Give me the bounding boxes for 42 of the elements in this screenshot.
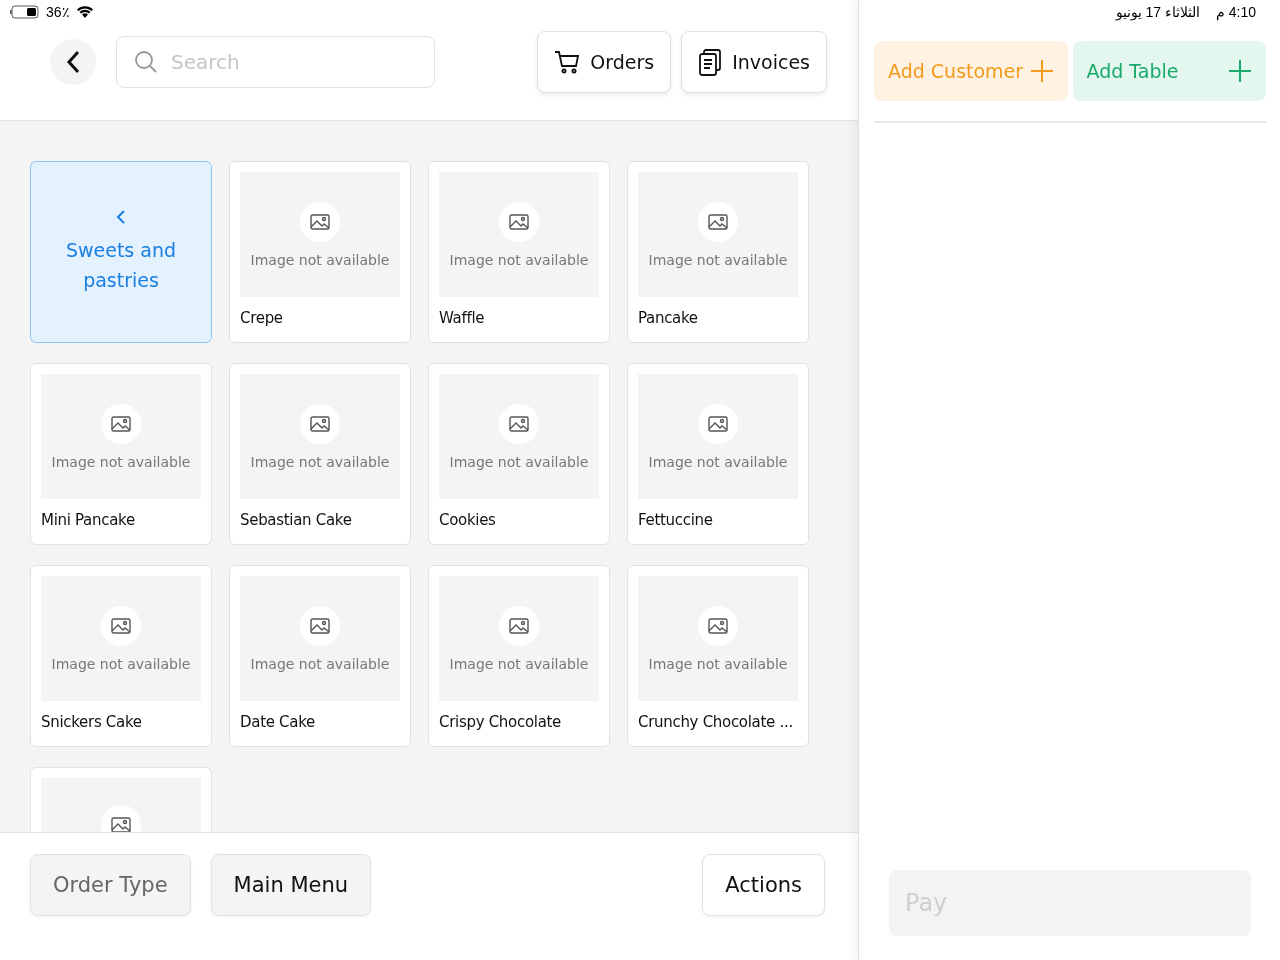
- product-name: Mini Pancake: [41, 511, 136, 529]
- product-card[interactable]: Image not available Mini Pancake: [30, 363, 212, 545]
- image-placeholder-text: Image not available: [648, 251, 788, 268]
- product-card[interactable]: Image not available Snickers Cake: [30, 565, 212, 747]
- status-date: الثلاثاء 17 يونيو: [1115, 4, 1200, 20]
- product-name: Waffle: [439, 309, 486, 327]
- product-name: Pancake: [638, 309, 699, 327]
- search-field[interactable]: Search: [116, 36, 435, 88]
- product-name: Cookies: [439, 511, 497, 529]
- product-card[interactable]: Image not available Crunchy Chocolate ...: [627, 565, 809, 747]
- product-name: Date Cake: [240, 713, 316, 731]
- image-placeholder-text: Image not available: [449, 655, 589, 672]
- product-name: Fettuccine: [638, 511, 714, 529]
- image-placeholder-text: Image not available: [250, 453, 390, 470]
- product-card[interactable]: Image not available Fettuccine: [627, 363, 809, 545]
- image-placeholder-text: Image not available: [648, 655, 788, 672]
- product-card[interactable]: Image not available Cookies: [428, 363, 610, 545]
- product-name: Crepe: [240, 309, 284, 327]
- footer-button[interactable]: Actions: [702, 854, 825, 916]
- category-card[interactable]: Sweets and pastries: [30, 161, 212, 343]
- header-button[interactable]: Orders: [537, 31, 672, 93]
- header-button[interactable]: Invoices: [681, 31, 827, 93]
- image-placeholder-text: Image not available: [250, 251, 390, 268]
- product-card[interactable]: Image not available Date Cake: [229, 565, 411, 747]
- image-placeholder-text: Image not available: [51, 655, 191, 672]
- product-name: Sebastian Cake: [240, 511, 353, 529]
- footer-button[interactable]: Main Menu: [210, 854, 372, 916]
- product-card[interactable]: Image not available Crispy Chocolate: [428, 565, 610, 747]
- product-name: Crunchy Chocolate ...: [638, 713, 794, 731]
- product-card[interactable]: Image not available Sebastian Cake: [229, 363, 411, 545]
- product-card[interactable]: Image not available Crepe: [229, 161, 411, 343]
- image-placeholder-text: Image not available: [51, 453, 191, 470]
- image-placeholder-text: Image not available: [449, 251, 589, 268]
- product-name: Crispy Chocolate: [439, 713, 563, 731]
- product-card[interactable]: Image not available Pancake: [627, 161, 809, 343]
- product-name: Snickers Cake: [41, 713, 143, 731]
- product-card[interactable]: Image not available Waffle: [428, 161, 610, 343]
- status-time: 4:10 م: [1215, 4, 1256, 20]
- image-placeholder-text: Image not available: [449, 453, 589, 470]
- image-placeholder-text: Image not available: [648, 453, 788, 470]
- battery-percentage: 36٪: [46, 4, 70, 20]
- image-placeholder-text: Image not available: [250, 655, 390, 672]
